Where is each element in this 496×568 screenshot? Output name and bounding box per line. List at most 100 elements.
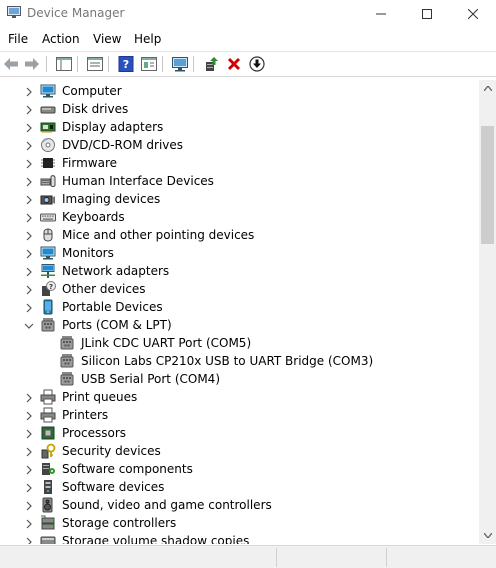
- help-button[interactable]: ?: [117, 55, 135, 73]
- chevron-right-icon: [26, 537, 32, 544]
- storage-controller-icon: [41, 515, 55, 530]
- category-label: Mice and other pointing devices: [62, 228, 255, 242]
- chevron-right-icon: [26, 393, 32, 403]
- toolbar-separator: [46, 56, 47, 72]
- tree-category[interactable]: Software devices: [0, 479, 479, 497]
- close-button[interactable]: [450, 0, 496, 28]
- update-driver-button[interactable]: [202, 55, 220, 73]
- tree-category[interactable]: Monitors: [0, 245, 479, 263]
- show-hide-console-tree-button[interactable]: [55, 55, 73, 73]
- forward-button[interactable]: [23, 55, 41, 73]
- tree-category[interactable]: ? Other devices: [0, 281, 479, 299]
- tree-category[interactable]: Computer: [0, 83, 479, 101]
- expand-toggle[interactable]: [23, 104, 35, 116]
- window-title: Device Manager: [27, 6, 125, 20]
- keyboard-icon: [40, 213, 56, 222]
- category-label: Imaging devices: [62, 192, 161, 206]
- tree-category[interactable]: Printers: [0, 407, 479, 425]
- storage-volume-icon: [40, 536, 56, 544]
- tree-category[interactable]: Ports (COM & LPT): [0, 317, 479, 335]
- category-label: Security devices: [62, 444, 161, 458]
- properties-button[interactable]: [86, 55, 104, 73]
- tree-device-item[interactable]: Silicon Labs CP210x USB to UART Bridge (…: [0, 353, 479, 371]
- properties-icon: [87, 57, 103, 71]
- tree-category[interactable]: Portable Devices: [0, 299, 479, 317]
- tree-category[interactable]: Storage volume shadow copies: [0, 533, 479, 544]
- tree-category[interactable]: Storage controllers: [0, 515, 479, 533]
- menu-file[interactable]: File: [7, 32, 29, 46]
- expand-toggle[interactable]: [23, 194, 35, 206]
- scan-hardware-button[interactable]: [171, 55, 189, 73]
- tree-device-item[interactable]: JLink CDC UART Port (COM5): [0, 335, 479, 353]
- chevron-right-icon: [26, 285, 32, 295]
- expand-toggle[interactable]: [23, 230, 35, 242]
- expand-toggle[interactable]: [23, 446, 35, 458]
- uninstall-icon: [227, 57, 241, 71]
- expand-toggle[interactable]: [23, 302, 35, 314]
- scroll-down-button[interactable]: [479, 527, 496, 544]
- tree-category[interactable]: Sound, video and game controllers: [0, 497, 479, 515]
- expand-toggle[interactable]: [23, 392, 35, 404]
- expand-toggle[interactable]: [23, 158, 35, 170]
- expand-toggle[interactable]: [23, 464, 35, 476]
- tree-category[interactable]: Processors: [0, 425, 479, 443]
- disable-device-button[interactable]: [248, 55, 266, 73]
- tree-category[interactable]: Firmware: [0, 155, 479, 173]
- scrollbar-thumb[interactable]: [481, 126, 494, 244]
- maximize-button[interactable]: [404, 0, 450, 28]
- chevron-up-icon: [483, 86, 492, 91]
- forward-icon: [25, 58, 39, 70]
- minimize-button[interactable]: [358, 0, 404, 28]
- expand-toggle[interactable]: [23, 410, 35, 422]
- expand-toggle[interactable]: [23, 122, 35, 134]
- uninstall-button[interactable]: [225, 55, 243, 73]
- tree-category[interactable]: Keyboards: [0, 209, 479, 227]
- expand-toggle[interactable]: [23, 284, 35, 296]
- tree-category[interactable]: Display adapters: [0, 119, 479, 137]
- tree-category[interactable]: Imaging devices: [0, 191, 479, 209]
- expand-toggle[interactable]: [23, 482, 35, 494]
- tree-category[interactable]: Disk drives: [0, 101, 479, 119]
- expand-toggle[interactable]: [23, 500, 35, 512]
- monitor-icon: [40, 246, 56, 260]
- chevron-down-icon: [483, 533, 492, 538]
- menu-view[interactable]: View: [92, 32, 122, 46]
- expand-toggle[interactable]: [23, 428, 35, 440]
- chevron-right-icon: [26, 447, 32, 457]
- expand-toggle[interactable]: [23, 86, 35, 98]
- tree-category[interactable]: Mice and other pointing devices: [0, 227, 479, 245]
- title-bar: Device Manager: [0, 0, 496, 28]
- tree-category[interactable]: Network adapters: [0, 263, 479, 281]
- expand-toggle[interactable]: [23, 176, 35, 188]
- tree-category[interactable]: Security devices: [0, 443, 479, 461]
- menu-action[interactable]: Action: [41, 32, 81, 46]
- scroll-up-button[interactable]: [479, 80, 496, 97]
- chevron-right-icon: [26, 303, 32, 313]
- tree-category[interactable]: Print queues: [0, 389, 479, 407]
- printer-icon: [40, 407, 56, 423]
- menu-help[interactable]: Help: [133, 32, 162, 46]
- expand-toggle[interactable]: [23, 320, 35, 332]
- tree-category[interactable]: Human Interface Devices: [0, 173, 479, 191]
- expand-toggle[interactable]: [23, 266, 35, 278]
- expand-toggle[interactable]: [23, 212, 35, 224]
- chevron-right-icon: [26, 501, 32, 511]
- firmware-icon: [41, 158, 55, 168]
- disable-device-icon: [249, 56, 265, 72]
- expand-toggle[interactable]: [23, 248, 35, 260]
- expand-toggle[interactable]: [23, 140, 35, 152]
- tree-category[interactable]: DVD/CD-ROM drives: [0, 137, 479, 155]
- vertical-scrollbar[interactable]: [479, 80, 496, 544]
- expand-toggle[interactable]: [23, 536, 35, 544]
- back-button[interactable]: [2, 55, 20, 73]
- unknown-device-icon: ?: [42, 281, 56, 296]
- expand-toggle[interactable]: [23, 518, 35, 530]
- port-icon: [60, 354, 74, 368]
- tree-category[interactable]: Software components: [0, 461, 479, 479]
- camera-icon: [40, 195, 55, 205]
- chevron-right-icon: [26, 483, 32, 493]
- status-bar: [0, 545, 496, 568]
- view-button[interactable]: [140, 55, 158, 73]
- status-divider: [276, 548, 277, 567]
- tree-device-item[interactable]: USB Serial Port (COM4): [0, 371, 479, 389]
